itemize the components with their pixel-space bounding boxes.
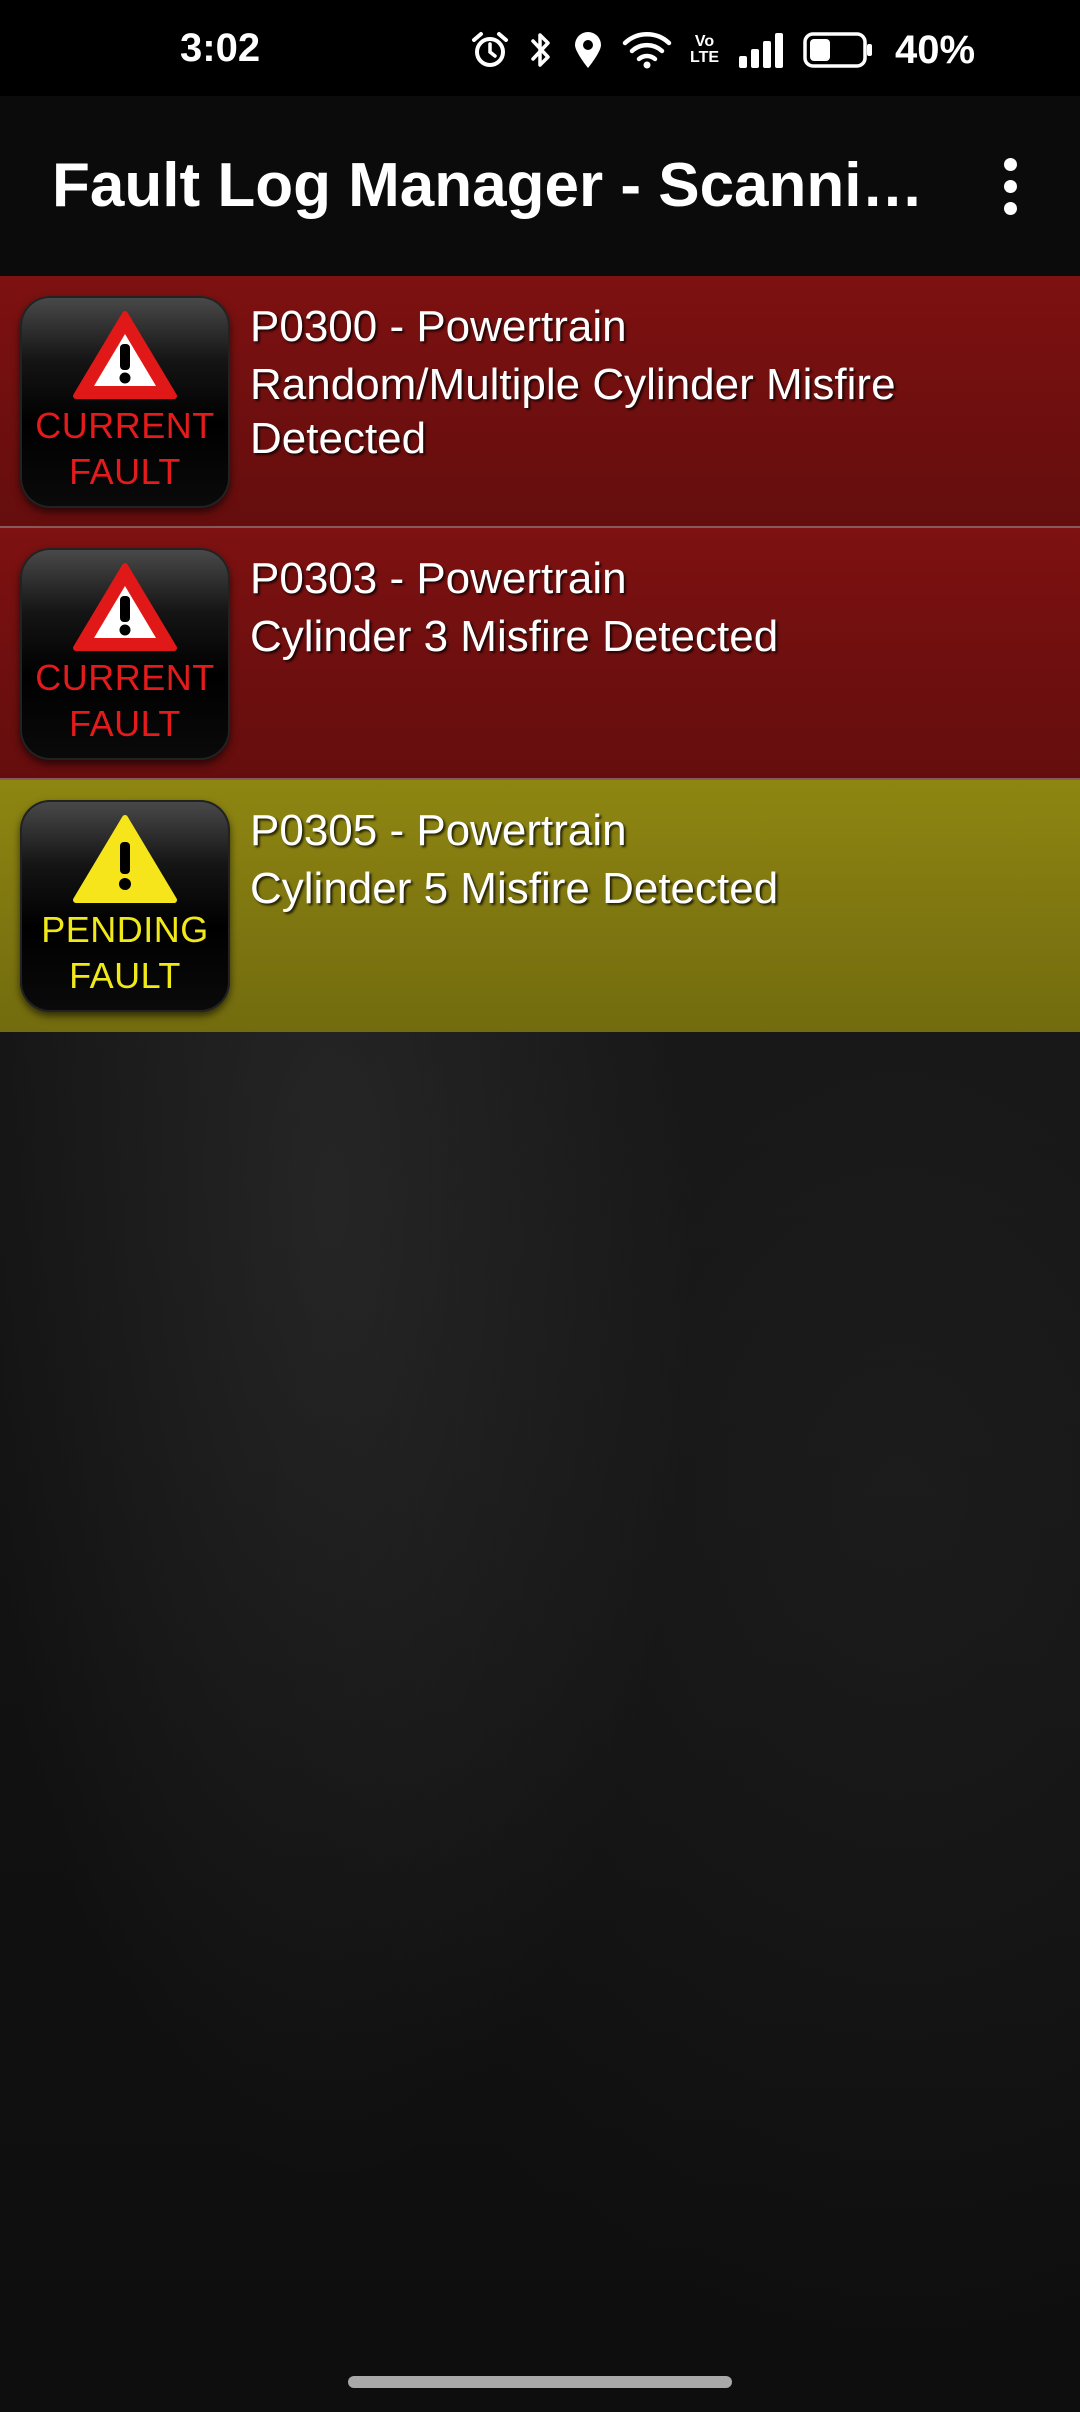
badge-label: FAULT — [69, 703, 181, 744]
signal-icon — [737, 30, 785, 70]
fault-list: CURRENT FAULT P0300 - Powertrain Random/… — [0, 276, 1080, 1032]
screen: 3:02 Vo LTE 40% Fault Log Manager - Scan… — [0, 0, 1080, 2412]
badge-label: PENDING — [41, 909, 209, 950]
fault-code: P0300 - Powertrain — [250, 302, 627, 351]
alarm-icon — [470, 30, 510, 70]
location-icon — [572, 30, 604, 70]
fault-description: Cylinder 5 Misfire Detected — [250, 864, 779, 913]
volte-line1: Vo — [694, 33, 715, 50]
fault-text: P0300 - Powertrain Random/Multiple Cylin… — [250, 298, 1060, 466]
gesture-navigation-bar[interactable] — [348, 2376, 732, 2388]
more-options-button[interactable] — [980, 146, 1040, 226]
fault-text: P0303 - Powertrain Cylinder 3 Misfire De… — [250, 550, 1060, 664]
more-vert-icon — [1003, 157, 1017, 171]
badge-label: FAULT — [69, 451, 181, 492]
more-vert-icon-dot — [1003, 179, 1017, 193]
bluetooth-icon — [528, 30, 554, 70]
badge-label: FAULT — [69, 955, 181, 996]
page-title: Fault Log Manager - Scanning — [52, 151, 932, 220]
status-time: 3:02 — [180, 26, 261, 70]
current-fault-badge: CURRENT FAULT — [20, 548, 230, 760]
fault-code: P0305 - Powertrain — [250, 806, 627, 855]
fault-list-item[interactable]: CURRENT FAULT P0300 - Powertrain Random/… — [0, 276, 1080, 528]
more-vert-icon-dot — [1003, 201, 1017, 215]
status-bar: 3:02 Vo LTE 40% — [0, 0, 1080, 96]
battery-icon — [803, 30, 873, 70]
fault-description: Cylinder 3 Misfire Detected — [250, 612, 779, 661]
warning-triangle-icon — [73, 563, 177, 651]
current-fault-badge: CURRENT FAULT — [20, 296, 230, 508]
fault-description: Random/Multiple Cylinder Misfire Detecte… — [250, 360, 896, 463]
fault-code: P0303 - Powertrain — [250, 554, 627, 603]
pending-fault-badge: PENDING FAULT — [20, 800, 230, 1012]
fault-list-item[interactable]: PENDING FAULT P0305 - Powertrain Cylinde… — [0, 780, 1080, 1032]
volte-icon: Vo LTE — [690, 34, 719, 66]
fault-text: P0305 - Powertrain Cylinder 5 Misfire De… — [250, 802, 1060, 916]
app-bar: Fault Log Manager - Scanning — [0, 96, 1080, 276]
warning-triangle-icon — [73, 311, 177, 399]
battery-percent: 40% — [895, 27, 976, 72]
wifi-icon — [622, 30, 672, 70]
volte-line2: LTE — [690, 49, 720, 66]
badge-label: CURRENT — [35, 657, 215, 698]
status-icons: Vo LTE 40% — [470, 27, 976, 72]
fault-list-item[interactable]: CURRENT FAULT P0303 - Powertrain Cylinde… — [0, 528, 1080, 780]
badge-label: CURRENT — [35, 405, 215, 446]
warning-triangle-icon — [73, 815, 177, 903]
